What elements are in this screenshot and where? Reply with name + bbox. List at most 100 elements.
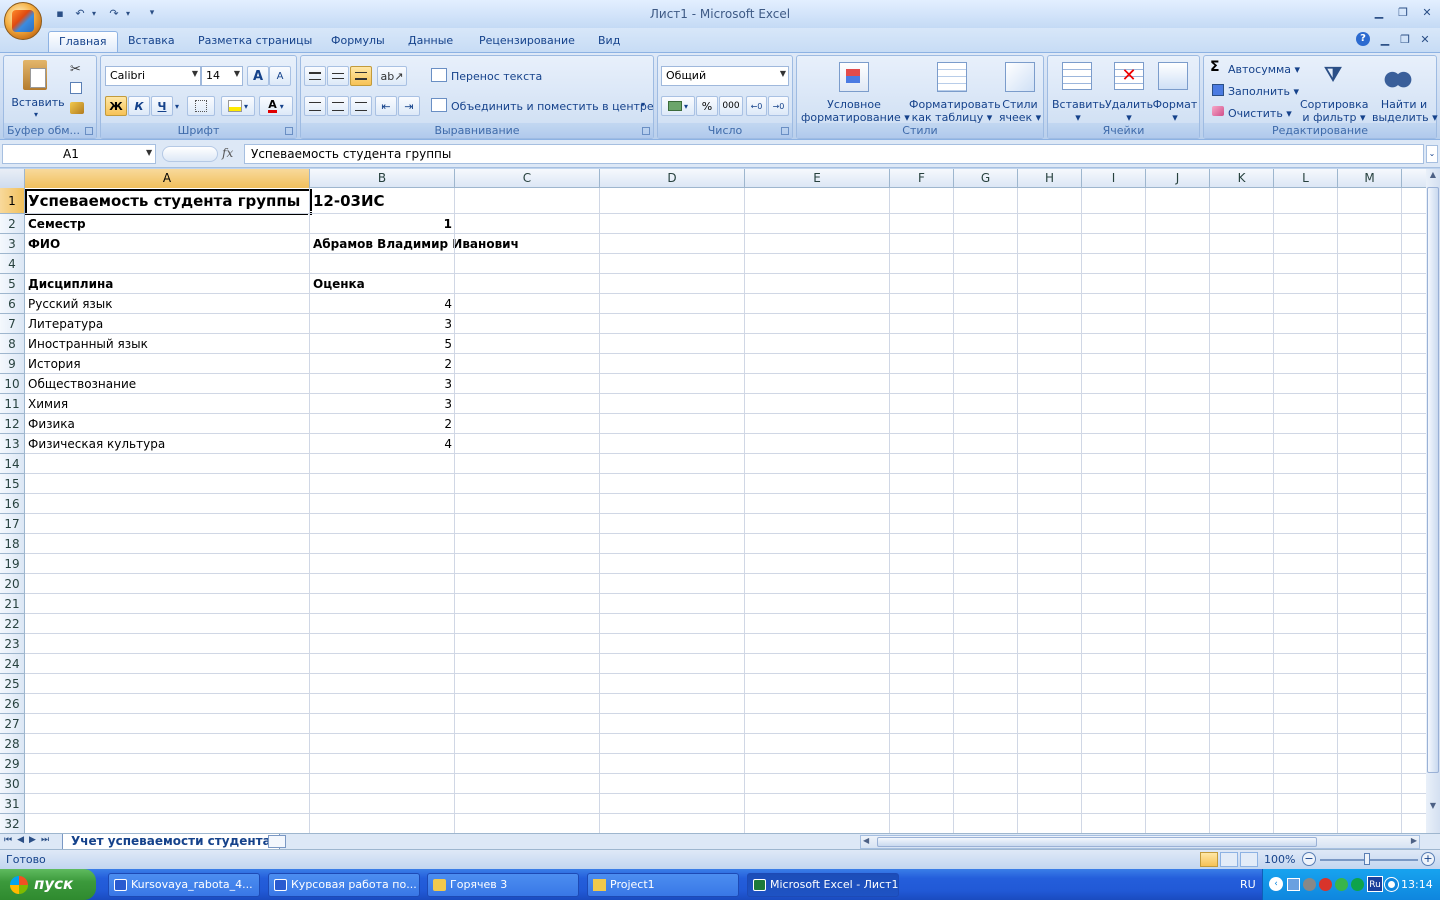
zoom-level[interactable]: 100% (1264, 853, 1295, 866)
row-header-26[interactable]: 26 (0, 694, 25, 714)
subject-name-cell[interactable]: Физика (25, 414, 310, 434)
row-header-32[interactable]: 32 (0, 814, 25, 833)
row-header-12[interactable]: 12 (0, 414, 25, 434)
sheet-nav-icons[interactable]: ⏮◀▶⏭ (4, 835, 54, 845)
column-header-l[interactable]: L (1274, 169, 1338, 188)
copy-icon[interactable] (70, 82, 82, 94)
clipboard-expand-icon[interactable] (85, 127, 93, 135)
tray-expand-icon[interactable]: ‹ (1269, 877, 1283, 891)
column-header-b[interactable]: B (310, 169, 455, 188)
vertical-scroll-thumb[interactable] (1427, 187, 1439, 773)
row-header-13[interactable]: 13 (0, 434, 25, 454)
align-top-button[interactable] (304, 66, 326, 86)
column-header-k[interactable]: K (1210, 169, 1274, 188)
row-header-11[interactable]: 11 (0, 394, 25, 414)
format-as-table-button[interactable]: Форматировать как таблицу ▾ (909, 98, 1001, 124)
select-all-button[interactable] (0, 169, 25, 188)
row-header-5[interactable]: 5 (0, 274, 25, 294)
network-icon[interactable] (1287, 878, 1300, 891)
find-select-button[interactable]: Найти и выделить ▾ (1372, 98, 1438, 124)
maximize-icon[interactable]: ❐ (1392, 5, 1414, 21)
bold-button[interactable]: Ж (105, 96, 127, 116)
shrink-font-button[interactable]: A (269, 66, 291, 86)
row-header-25[interactable]: 25 (0, 674, 25, 694)
column-header-m[interactable]: M (1338, 169, 1402, 188)
row-header-27[interactable]: 27 (0, 714, 25, 734)
orientation-button[interactable]: ab↗ (377, 66, 407, 86)
horizontal-scrollbar[interactable]: ◀ ▶ (860, 835, 1420, 849)
row-header-18[interactable]: 18 (0, 534, 25, 554)
row-header-24[interactable]: 24 (0, 654, 25, 674)
underline-button[interactable]: Ч (151, 96, 173, 116)
number-format-select[interactable]: Общий ▼ (661, 66, 789, 86)
minimize-icon[interactable]: ▁ (1368, 5, 1390, 21)
subject-name-cell[interactable]: Физическая культура (25, 434, 310, 454)
tab-view[interactable]: Вид (588, 31, 630, 52)
skype-icon[interactable] (1351, 878, 1364, 891)
row-header-22[interactable]: 22 (0, 614, 25, 634)
format-cells-button[interactable]: Формат ▾ (1152, 98, 1198, 124)
workbook-minimize-icon[interactable]: ▁ (1374, 32, 1396, 48)
column-header-c[interactable]: C (455, 169, 600, 188)
subject-grade-cell[interactable]: 3 (310, 374, 455, 394)
align-right-button[interactable] (350, 96, 372, 116)
row-header-31[interactable]: 31 (0, 794, 25, 814)
taskbar-item-folder[interactable]: Горячев 3 (427, 873, 579, 897)
subject-name-cell[interactable]: История (25, 354, 310, 374)
vertical-scrollbar[interactable]: ▲ ▼ (1426, 169, 1440, 833)
name-box-dropdown-icon[interactable]: ▼ (146, 148, 152, 157)
column-header-e[interactable]: E (745, 169, 890, 188)
subject-grade-cell[interactable]: 2 (310, 354, 455, 374)
grow-font-button[interactable]: A (247, 66, 269, 86)
increase-indent-button[interactable]: ⇥ (398, 96, 420, 116)
help-icon[interactable]: ? (1356, 32, 1370, 46)
row-header-29[interactable]: 29 (0, 754, 25, 774)
zoom-slider-handle[interactable] (1364, 853, 1370, 865)
subject-grade-cell[interactable]: 2 (310, 414, 455, 434)
cell-a2[interactable]: Семестр (25, 214, 310, 234)
row-header-4[interactable]: 4 (0, 254, 25, 274)
row-header-16[interactable]: 16 (0, 494, 25, 514)
subject-grade-cell[interactable]: 4 (310, 294, 455, 314)
column-header-i[interactable]: I (1082, 169, 1146, 188)
scroll-left-icon[interactable]: ◀ (863, 836, 869, 845)
autosum-button[interactable]: Автосумма ▾ (1228, 63, 1300, 76)
cell-b2[interactable]: 1 (310, 214, 455, 234)
align-bottom-button[interactable] (350, 66, 372, 86)
clear-button[interactable]: Очистить ▾ (1228, 107, 1292, 120)
column-header-g[interactable]: G (954, 169, 1018, 188)
subject-name-cell[interactable]: Русский язык (25, 294, 310, 314)
cell-b1[interactable]: 12-03ИС (310, 189, 455, 214)
office-button[interactable] (4, 2, 42, 40)
merge-dropdown-icon[interactable]: ▾ (641, 100, 645, 109)
taskbar-item-word-1[interactable]: Kursovaya_rabota_4... (108, 873, 260, 897)
percent-format-button[interactable]: % (696, 96, 718, 116)
fill-color-button[interactable]: ▾ (221, 96, 255, 116)
workbook-close-icon[interactable]: ✕ (1414, 32, 1436, 48)
row-header-3[interactable]: 3 (0, 234, 25, 254)
subject-grade-cell[interactable]: 5 (310, 334, 455, 354)
zoom-out-icon[interactable]: − (1302, 852, 1316, 866)
row-header-23[interactable]: 23 (0, 634, 25, 654)
currency-format-button[interactable]: ▾ (661, 96, 695, 116)
cell-styles-button[interactable]: Стили ячеек ▾ (997, 98, 1043, 124)
tray-app-icon[interactable] (1385, 878, 1398, 891)
cell-a5[interactable]: Дисциплина (25, 274, 310, 294)
underline-dropdown-icon[interactable]: ▾ (175, 102, 179, 111)
column-header-a[interactable]: A (25, 169, 310, 188)
cell-a3[interactable]: ФИО (25, 234, 310, 254)
zoom-in-icon[interactable]: + (1421, 852, 1435, 866)
subject-name-cell[interactable]: Химия (25, 394, 310, 414)
tab-insert[interactable]: Вставка (118, 31, 185, 52)
subject-grade-cell[interactable]: 4 (310, 434, 455, 454)
column-header-h[interactable]: H (1018, 169, 1082, 188)
spreadsheet-grid[interactable]: ABCDEFGHIJKLM Успеваемость студента груп… (0, 169, 1426, 833)
font-expand-icon[interactable] (285, 127, 293, 135)
tab-home[interactable]: Главная (48, 31, 118, 52)
format-painter-icon[interactable] (70, 102, 84, 114)
merge-center-button[interactable]: Объединить и поместить в центре (451, 100, 654, 113)
workbook-restore-icon[interactable]: ❐ (1394, 32, 1416, 48)
column-header-f[interactable]: F (890, 169, 954, 188)
column-header-j[interactable]: J (1146, 169, 1210, 188)
row-header-7[interactable]: 7 (0, 314, 25, 334)
